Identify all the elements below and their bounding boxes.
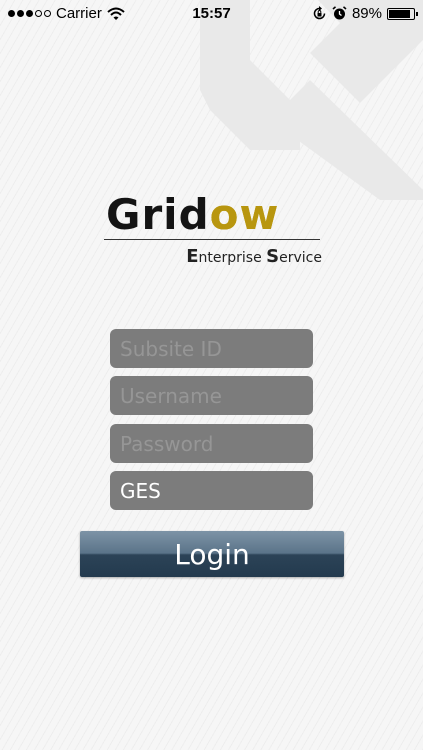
username-input[interactable] xyxy=(110,376,313,415)
tagline-enterprise: nterprise xyxy=(198,250,267,266)
login-button[interactable]: Login xyxy=(80,531,344,577)
logo-tagline: Enterprise Service xyxy=(104,246,326,267)
logo-divider xyxy=(104,239,320,240)
battery-percent: 89% xyxy=(351,5,382,22)
ges-input[interactable] xyxy=(110,471,313,510)
battery-fill xyxy=(389,9,411,18)
orientation-lock-icon xyxy=(313,6,326,20)
tagline-initial-s: S xyxy=(266,246,280,267)
subsite-id-input[interactable] xyxy=(110,329,313,368)
alarm-icon xyxy=(332,6,347,20)
watermark-logo-graphic xyxy=(200,0,423,200)
tagline-service: ervice xyxy=(279,250,322,266)
status-right: 89% xyxy=(312,5,418,22)
logo-word-main: Grid xyxy=(106,190,210,239)
battery-icon xyxy=(387,7,418,20)
password-input[interactable] xyxy=(110,424,313,463)
tagline-initial-e: E xyxy=(186,246,199,267)
status-bar: Carrier 15:57 89% xyxy=(0,0,423,28)
logo-wordmark: Gridow xyxy=(104,193,326,237)
logo-word-accent: ow xyxy=(209,190,280,239)
app-logo: Gridow Enterprise Service xyxy=(104,193,326,267)
